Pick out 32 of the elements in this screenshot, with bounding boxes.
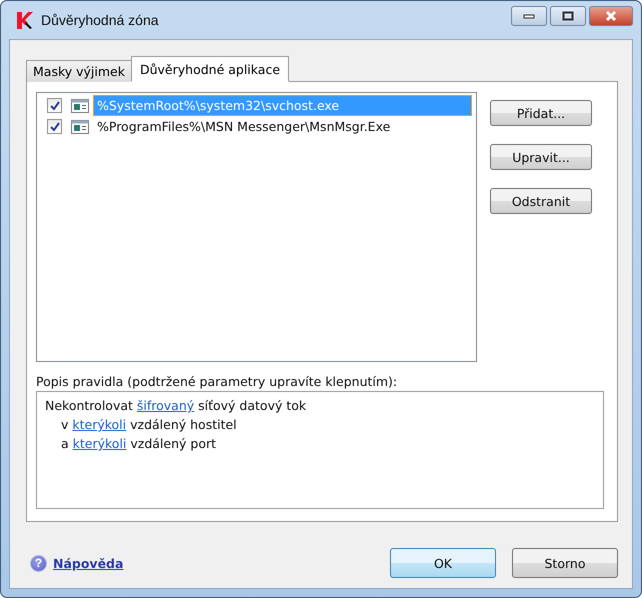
logo-icon (15, 10, 35, 30)
rule-text: vzdálený port (129, 436, 216, 451)
action-button[interactable]: Přidat... (490, 100, 592, 126)
tab[interactable]: Důvěryhodné aplikace (130, 56, 290, 82)
parameter-link[interactable]: kterýkoli (72, 417, 126, 432)
rule-text: a (61, 436, 70, 451)
maximize-icon (562, 11, 574, 21)
dialog-button[interactable]: OK (390, 548, 496, 578)
checkbox[interactable] (47, 119, 62, 134)
parameter-link[interactable]: šifrovaný (136, 398, 194, 413)
description-label: Popis pravidla (podtržené parametry upravíte klepnutím): (36, 374, 398, 389)
rule-text: Nekontrolovat (45, 398, 134, 413)
close-button[interactable] (589, 6, 633, 26)
window-title: Důvěryhodná zóna (41, 12, 159, 28)
action-button[interactable]: Upravit... (490, 144, 592, 170)
application-icon (71, 120, 89, 134)
rule-text: vzdálený hostitel (129, 417, 237, 432)
minimize-icon (523, 13, 535, 19)
action-button[interactable]: Odstranit (490, 188, 592, 214)
dialog-button[interactable]: Storno (512, 548, 618, 578)
help-icon: ? (30, 554, 47, 572)
parameter-link[interactable]: kterýkoli (72, 436, 126, 451)
close-icon (604, 10, 618, 22)
maximize-button[interactable] (550, 6, 586, 26)
minimize-button[interactable] (511, 6, 547, 26)
tab[interactable]: Masky výjimek (26, 60, 132, 82)
rule-text: síťový datový tok (197, 398, 306, 413)
application-path[interactable]: %ProgramFiles%\MSN Messenger\MsnMsgr.Exe (94, 117, 394, 136)
application-icon (71, 98, 89, 112)
help-link[interactable]: Nápověda (53, 556, 124, 570)
rule-text: v (61, 417, 70, 432)
checkbox[interactable] (47, 98, 62, 113)
